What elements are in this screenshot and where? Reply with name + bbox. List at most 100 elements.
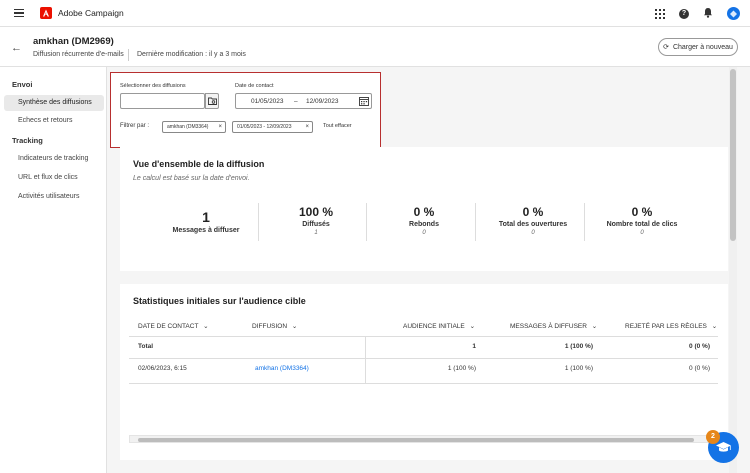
remove-chip-icon[interactable]: × xyxy=(218,122,222,132)
overview-subtitle: Le calcul est basé sur la date d'envoi. xyxy=(133,175,250,182)
column-header-label: DIFFUSION xyxy=(252,323,288,330)
last-modified: Dernière modification : il y a 3 mois xyxy=(137,51,246,58)
help-icon[interactable]: ? xyxy=(679,8,689,19)
kpi-count: 0 xyxy=(531,230,535,236)
chevron-down-icon: ⌄ xyxy=(291,323,298,330)
kpi-divider xyxy=(475,203,476,241)
filter-chip-date: 01/05/2023 - 12/09/2023 × xyxy=(232,121,313,133)
filters-panel: Sélectionner des diffusions Date de cont… xyxy=(110,72,381,148)
stats-title: Statistiques initiales sur l'audience ci… xyxy=(133,296,306,306)
graduation-cap-icon xyxy=(716,442,731,452)
sidebar-item-tracking-indicators[interactable]: Indicateurs de tracking xyxy=(4,151,104,167)
kpi-messages-to-deliver: 1 Messages à diffuser xyxy=(152,209,260,234)
filter-chip-date-label: 01/05/2023 - 12/09/2023 xyxy=(237,124,292,130)
cell-messages: 1 (100 %) xyxy=(564,365,593,372)
kpi-value: 100 % xyxy=(298,205,334,219)
kpi-bounces: 0 % Rebonds 0 xyxy=(370,205,478,236)
kpi-value: 0 % xyxy=(413,205,435,219)
sidebar-item-user-activities[interactable]: Activités utilisateurs xyxy=(4,189,104,205)
remove-chip-icon[interactable]: × xyxy=(305,122,309,132)
reload-button-label: Charger à nouveau xyxy=(672,43,733,51)
kpi-count: 1 xyxy=(314,230,318,236)
chevron-down-icon: ⌄ xyxy=(469,323,476,330)
column-header-delivery[interactable]: DIFFUSION ⌄ xyxy=(252,318,297,336)
delivery-type: Diffusion récurrente d'e-mails xyxy=(33,51,124,58)
scrollbar-thumb[interactable] xyxy=(730,69,736,241)
column-header-label: REJETÉ PAR LES RÈGLES xyxy=(625,323,707,330)
date-range-input[interactable]: 01/05/2023 – 12/09/2023 xyxy=(235,93,372,109)
filter-by-label: Filtrer par : xyxy=(120,123,150,129)
date-separator: – xyxy=(294,98,298,105)
column-header-initial-audience[interactable]: AUDIENCE INITIALE ⌄ xyxy=(403,318,475,336)
table-divider xyxy=(129,383,718,384)
apps-grid-icon[interactable] xyxy=(655,8,665,19)
cell-initial-audience: 1 (100 %) xyxy=(447,365,476,372)
sidebar-item-failures[interactable]: Echecs et retours xyxy=(4,113,104,129)
column-header-label: AUDIENCE INITIALE xyxy=(403,323,465,330)
page-header: ← amkhan (DM2969) Diffusion récurrente d… xyxy=(0,27,750,67)
delivery-overview-card: Vue d'ensemble de la diffusion Le calcul… xyxy=(120,147,728,271)
sidebar: Envoi Synthèse des diffusions Echecs et … xyxy=(0,67,107,473)
kpi-divider xyxy=(366,203,367,241)
calendar-icon[interactable] xyxy=(359,96,369,108)
sidebar-item-delivery-summary[interactable]: Synthèse des diffusions xyxy=(4,95,104,111)
date-start: 01/05/2023 xyxy=(251,98,284,105)
chevron-down-icon: ⌄ xyxy=(203,323,209,330)
page-title: amkhan (DM2969) xyxy=(33,36,114,47)
user-avatar[interactable] xyxy=(727,7,740,20)
cell-rejected: 0 (0 %) xyxy=(689,365,710,372)
audience-stats-card: Statistiques initiales sur l'audience ci… xyxy=(120,284,728,460)
table-column-divider xyxy=(365,336,366,384)
column-header-label: DATE DE CONTACT xyxy=(138,323,199,330)
filter-chip-delivery-label: amkhan (DM3364) xyxy=(167,124,209,130)
kpi-value: 0 % xyxy=(631,205,653,219)
cell-contact-date: 02/06/2023, 6:15 xyxy=(138,365,187,372)
column-header-rejected[interactable]: REJETÉ PAR LES RÈGLES ⌄ xyxy=(625,318,717,336)
kpi-opens: 0 % Total des ouvertures 0 xyxy=(479,205,587,236)
kpi-divider xyxy=(258,203,259,241)
column-header-label: MESSAGES À DIFFUSER xyxy=(510,323,587,330)
back-arrow-icon[interactable]: ← xyxy=(11,42,22,54)
menu-icon[interactable] xyxy=(14,8,24,18)
horizontal-scrollbar[interactable] xyxy=(129,435,718,443)
kpi-label: Messages à diffuser xyxy=(172,227,240,234)
kpi-label: Diffusés xyxy=(302,221,330,228)
header-divider xyxy=(128,49,129,61)
chevron-down-icon: ⌄ xyxy=(711,323,718,330)
total-label: Total xyxy=(138,343,154,350)
kpi-label: Rebonds xyxy=(409,221,439,228)
notification-badge: 2 xyxy=(706,430,720,444)
folder-picker-icon[interactable] xyxy=(205,93,219,109)
select-deliveries-input[interactable] xyxy=(120,93,205,109)
filter-chip-delivery: amkhan (DM3364) × xyxy=(162,121,226,133)
scrollbar-thumb[interactable] xyxy=(138,437,694,442)
kpi-delivered: 100 % Diffusés 1 xyxy=(262,205,370,236)
chevron-down-icon: ⌄ xyxy=(591,323,598,330)
date-end: 12/09/2023 xyxy=(306,98,339,105)
adobe-logo-icon xyxy=(40,7,52,19)
table-divider xyxy=(129,336,718,337)
table-divider xyxy=(129,358,718,359)
total-rejected: 0 (0 %) xyxy=(689,343,710,350)
kpi-value: 1 xyxy=(202,209,210,225)
kpi-label: Nombre total de clics xyxy=(606,221,678,228)
total-messages: 1 (100 %) xyxy=(564,343,593,350)
notification-bell-icon[interactable] xyxy=(703,7,713,20)
kpi-count: 0 xyxy=(640,230,644,236)
clear-all-button[interactable]: Tout effacer xyxy=(323,123,352,129)
reload-button[interactable]: ⟳ Charger à nouveau xyxy=(658,38,738,56)
column-header-contact-date[interactable]: DATE DE CONTACT ⌄ xyxy=(138,318,209,336)
cell-delivery-link[interactable]: amkhan (DM3364) xyxy=(255,365,309,372)
sidebar-section-tracking: Tracking xyxy=(12,136,43,145)
app-title: Adobe Campaign xyxy=(58,8,124,18)
refresh-icon: ⟳ xyxy=(663,44,669,51)
sidebar-item-url-clicks[interactable]: URL et flux de clics xyxy=(4,170,104,186)
kpi-divider xyxy=(584,203,585,241)
vertical-scrollbar[interactable] xyxy=(729,67,737,473)
contact-date-label: Date de contact xyxy=(235,83,274,89)
select-deliveries-label: Sélectionner des diffusions xyxy=(120,83,186,89)
column-header-messages[interactable]: MESSAGES À DIFFUSER ⌄ xyxy=(510,318,597,336)
kpi-value: 0 % xyxy=(522,205,544,219)
kpi-label: Total des ouvertures xyxy=(498,221,568,228)
overview-title: Vue d'ensemble de la diffusion xyxy=(133,159,265,169)
